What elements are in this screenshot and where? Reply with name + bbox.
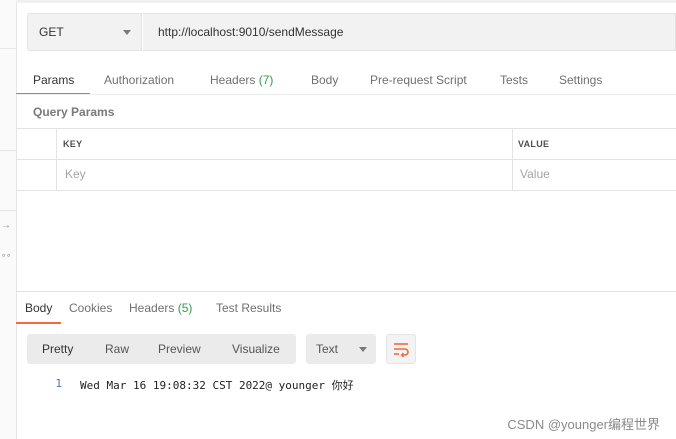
headers-count: (7) [258,73,274,87]
format-label: Text [316,342,339,356]
watermark: CSDN @younger编程世界 [507,417,660,432]
line-number: 1 [55,377,62,390]
pretty-button[interactable]: Pretty [42,334,73,364]
rail-divider [0,210,16,211]
left-sidebar-rail: → ∘∘ [0,0,17,439]
tab-settings[interactable]: Settings [559,66,602,94]
tab-authorization[interactable]: Authorization [104,66,174,94]
more-icon[interactable]: ∘∘ [0,250,12,262]
key-column-header: KEY [63,139,83,149]
rail-divider [0,48,16,49]
table-border [16,190,676,191]
response-tab-body[interactable]: Body [25,296,52,320]
response-body-line: 1 Wed Mar 16 19:08:32 CST 2022@ younger … [0,377,676,392]
response-divider [16,291,676,292]
tabs-divider [16,94,676,95]
table-column-divider [56,128,57,190]
value-input[interactable]: Value [520,167,550,181]
tab-params[interactable]: Params [33,66,74,94]
visualize-button[interactable]: Visualize [232,334,280,364]
wrap-lines-button[interactable] [386,334,416,364]
active-response-tab-indicator [16,322,61,324]
tab-tests[interactable]: Tests [500,66,528,94]
preview-button[interactable]: Preview [158,334,201,364]
response-tab-cookies[interactable]: Cookies [69,296,112,320]
top-divider [16,0,676,3]
response-tab-headers[interactable]: Headers (5) [129,296,192,320]
response-tab-test-results[interactable]: Test Results [216,296,281,320]
response-body-text: Wed Mar 16 19:08:32 CST 2022@ younger 你好 [80,379,354,392]
tab-pre-request-script[interactable]: Pre-request Script [370,66,467,94]
view-mode-group: Pretty Raw Preview Visualize [27,334,296,364]
request-tabs: Params Authorization Headers (7) Body Pr… [16,66,676,95]
table-column-divider [512,128,513,190]
arrow-right-icon[interactable]: → [0,220,12,232]
response-tabs: Body Cookies Headers (5) Test Results [16,296,676,324]
rail-divider [0,150,16,151]
url-input[interactable]: http://localhost:9010/sendMessage [143,13,676,51]
key-input[interactable]: Key [65,167,86,181]
table-border [16,128,676,129]
request-url-bar: GET http://localhost:9010/sendMessage [27,13,676,53]
format-select[interactable]: Text [306,334,376,364]
query-params-table: KEY VALUE Key Value [16,128,676,191]
method-select[interactable]: GET [27,13,142,51]
value-column-header: VALUE [518,139,550,149]
wrap-lines-icon [394,343,409,357]
response-headers-count: (5) [177,301,193,315]
query-params-title: Query Params [33,105,115,119]
method-label: GET [39,25,64,39]
chevron-down-icon [123,29,131,35]
chevron-down-icon [359,346,367,352]
tab-body[interactable]: Body [311,66,338,94]
tab-headers[interactable]: Headers (7) [210,66,273,94]
raw-button[interactable]: Raw [105,334,129,364]
table-border [16,159,676,160]
